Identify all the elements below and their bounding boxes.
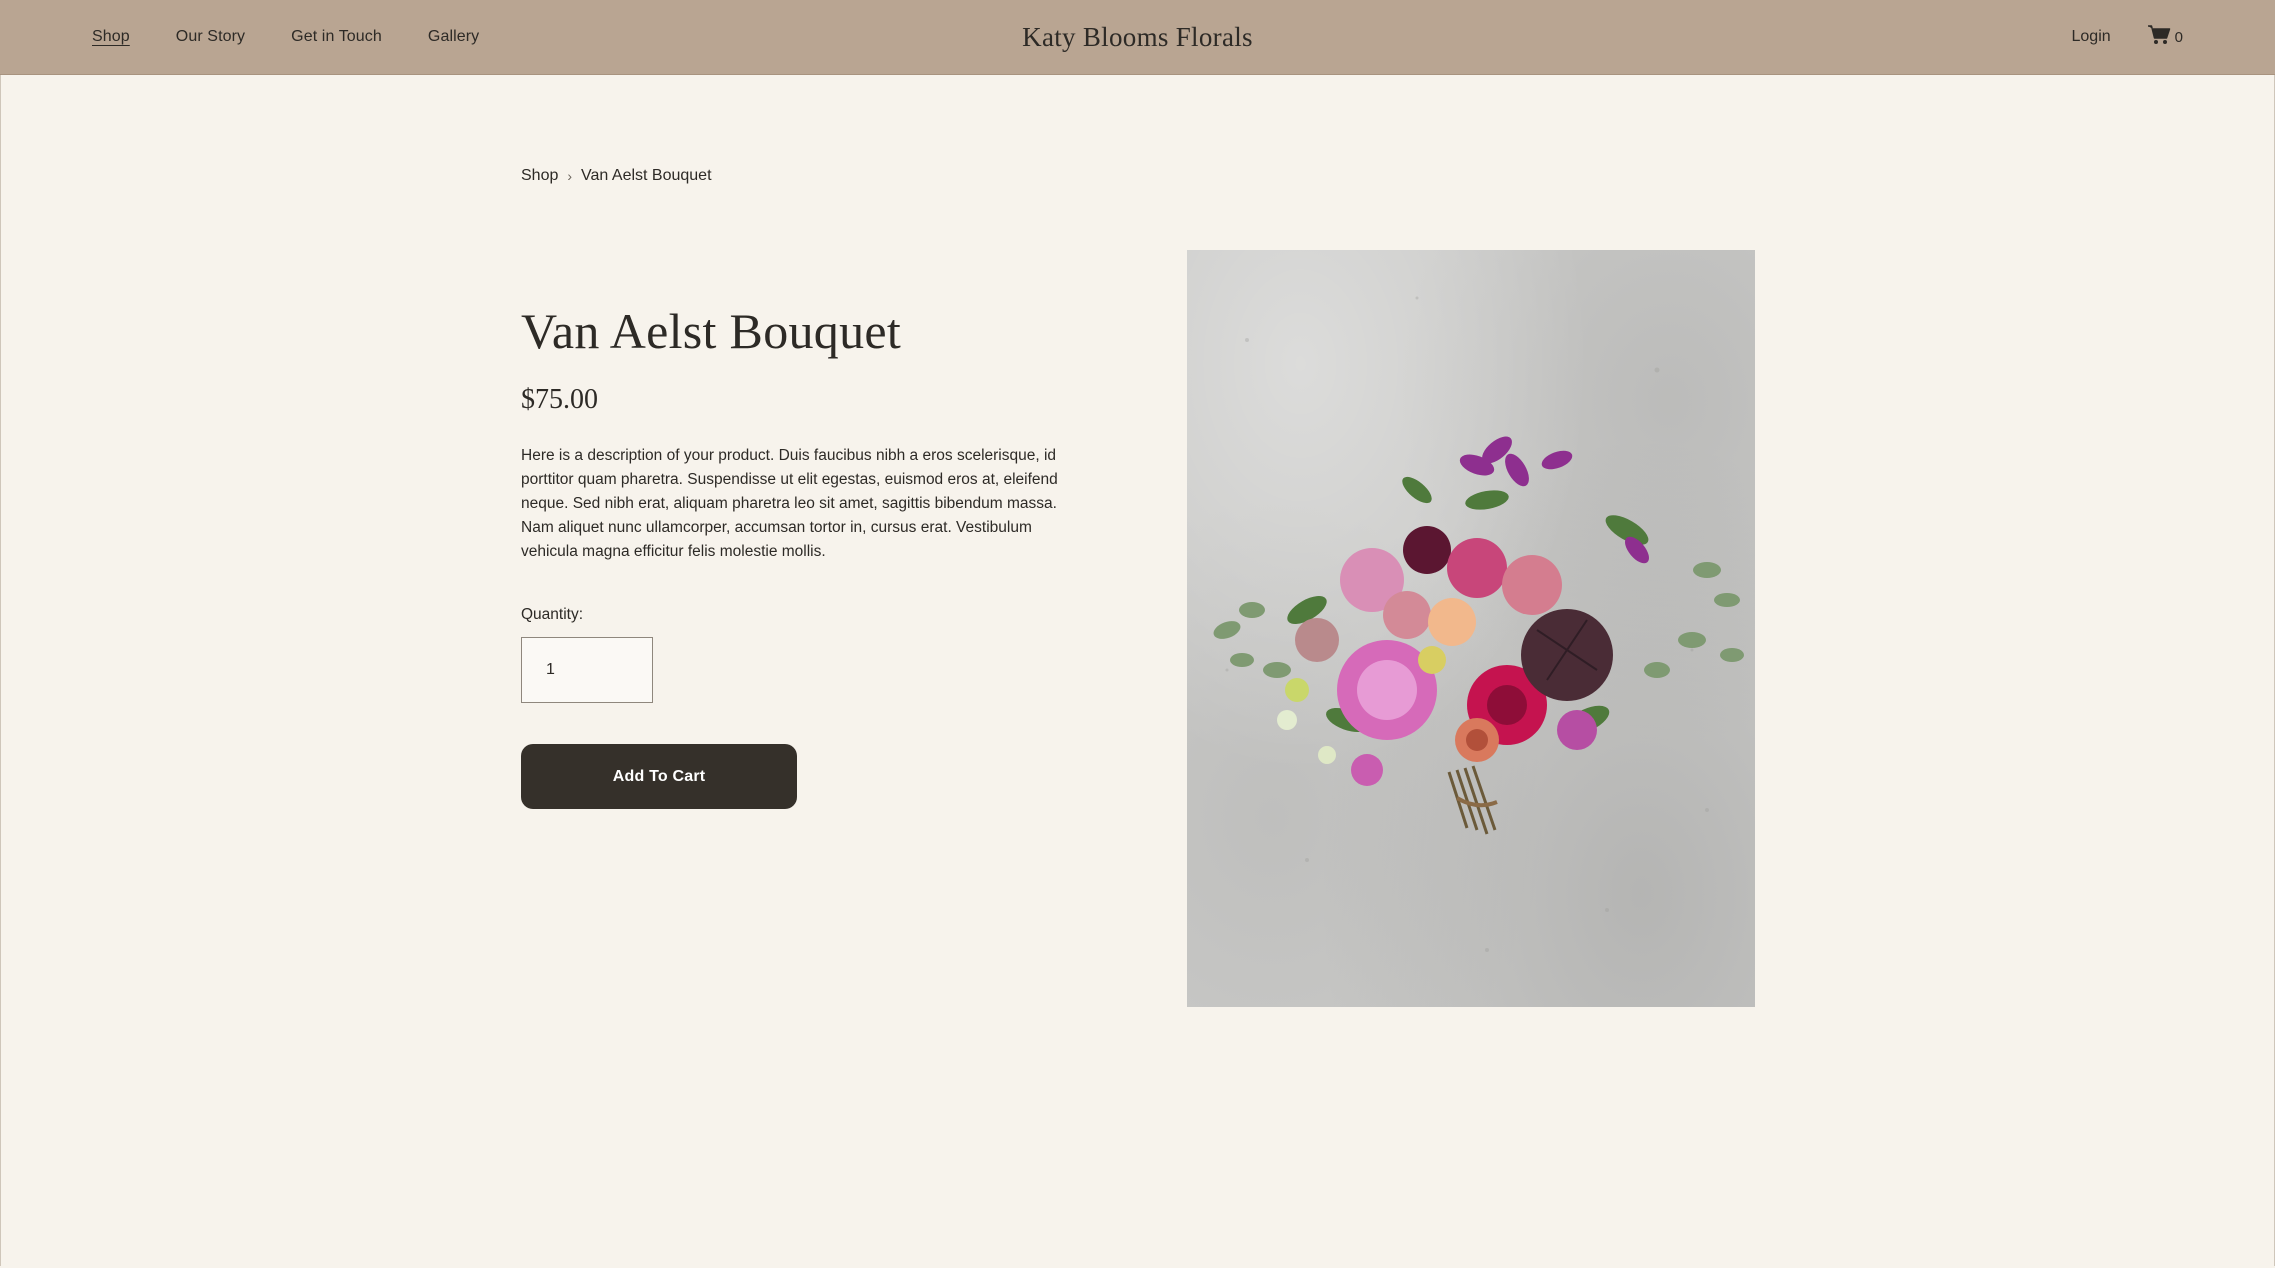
- product-description: Here is a description of your product. D…: [521, 447, 1058, 560]
- product-price: $75.00: [521, 384, 598, 415]
- nav-link-gallery[interactable]: Gallery: [428, 28, 479, 46]
- cart-button[interactable]: 0: [2147, 24, 2183, 50]
- breadcrumb-shop[interactable]: Shop: [521, 167, 558, 185]
- nav-link-shop[interactable]: Shop: [92, 28, 130, 46]
- page-frame: [0, 0, 2275, 1266]
- breadcrumb-separator: ›: [567, 168, 573, 184]
- site-header: Shop Our Story Get in Touch Gallery Katy…: [0, 0, 2275, 75]
- header-actions: Login 0: [2072, 0, 2183, 74]
- cart-count: 0: [2174, 28, 2183, 46]
- breadcrumb: Shop › Van Aelst Bouquet: [521, 167, 712, 185]
- breadcrumb-current: Van Aelst Bouquet: [581, 167, 712, 184]
- add-to-cart-button[interactable]: Add To Cart: [521, 744, 797, 809]
- login-link[interactable]: Login: [2072, 28, 2111, 46]
- product-image[interactable]: [1187, 250, 1755, 1007]
- quantity-label: Quantity:: [521, 606, 584, 623]
- main-nav: Shop Our Story Get in Touch Gallery: [92, 0, 479, 74]
- product-title: Van Aelst Bouquet: [521, 303, 902, 359]
- cart-icon: [2147, 24, 2171, 50]
- nav-link-get-in-touch[interactable]: Get in Touch: [291, 28, 382, 46]
- bouquet-illustration: [1213, 296, 1744, 952]
- nav-link-our-story[interactable]: Our Story: [176, 28, 245, 46]
- quantity-input[interactable]: [521, 637, 653, 703]
